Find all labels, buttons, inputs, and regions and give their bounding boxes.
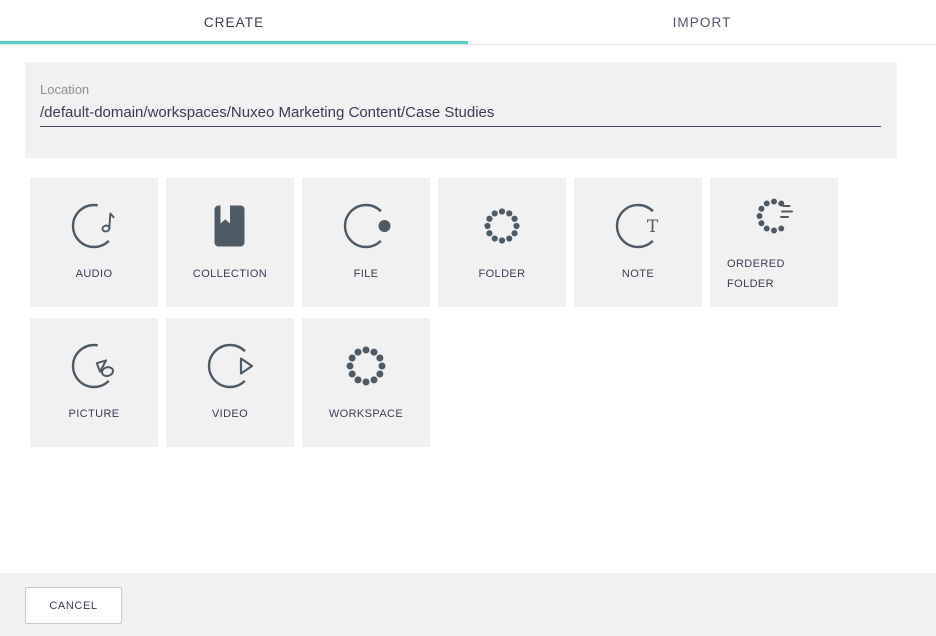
tab-import[interactable]: IMPORT — [468, 0, 936, 44]
location-section: Location /default-domain/workspaces/Nuxe… — [25, 62, 897, 158]
collection-icon — [205, 201, 255, 251]
tile-picture[interactable]: PICTURE — [30, 318, 158, 447]
dialog-footer: CANCEL — [0, 573, 936, 636]
svg-text:T: T — [647, 217, 659, 237]
tile-label: AUDIO — [76, 264, 113, 284]
tile-workspace[interactable]: WORKSPACE — [302, 318, 430, 447]
tile-label: NOTE — [622, 264, 654, 284]
tile-audio[interactable]: AUDIO — [30, 178, 158, 307]
file-icon — [341, 201, 391, 251]
tile-label: FOLDER — [478, 264, 525, 284]
workspace-icon — [341, 341, 391, 391]
location-label: Location — [40, 82, 881, 97]
note-icon: T — [613, 201, 663, 251]
tile-label: WORKSPACE — [329, 404, 403, 424]
picture-icon — [69, 341, 119, 391]
tile-collection[interactable]: COLLECTION — [166, 178, 294, 307]
tab-create[interactable]: CREATE — [0, 0, 468, 44]
tile-ordered-folder[interactable]: ORDERED FOLDER — [710, 178, 838, 307]
tile-label: COLLECTION — [193, 264, 267, 284]
tile-video[interactable]: VIDEO — [166, 318, 294, 447]
tile-label: ORDERED FOLDER — [727, 254, 821, 294]
tile-folder[interactable]: FOLDER — [438, 178, 566, 307]
tile-file[interactable]: FILE — [302, 178, 430, 307]
tile-label: FILE — [354, 264, 379, 284]
dialog-tabbar: CREATE IMPORT — [0, 0, 936, 45]
ordered-folder-icon — [749, 191, 799, 241]
tile-label: PICTURE — [68, 404, 119, 424]
doc-type-grid: AUDIO COLLECTION FILE FOLDER — [30, 178, 910, 458]
audio-icon — [69, 201, 119, 251]
folder-icon — [477, 201, 527, 251]
location-input[interactable]: /default-domain/workspaces/Nuxeo Marketi… — [40, 104, 881, 127]
video-icon — [205, 341, 255, 391]
tile-note[interactable]: T NOTE — [574, 178, 702, 307]
tile-label: VIDEO — [212, 404, 248, 424]
cancel-button[interactable]: CANCEL — [25, 587, 122, 624]
